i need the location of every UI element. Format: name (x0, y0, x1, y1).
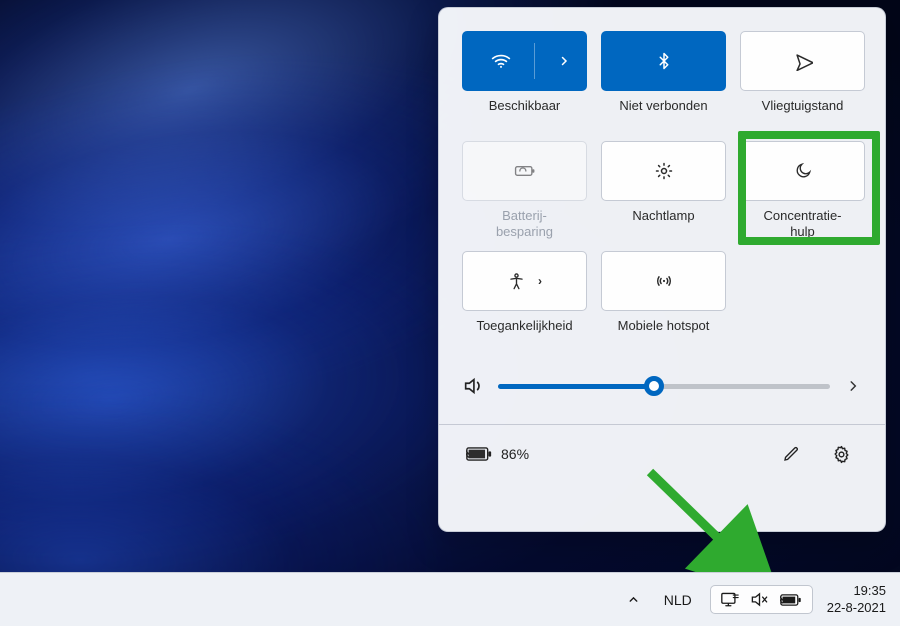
night-light-label: Nachtlamp (632, 208, 694, 244)
accessibility-button[interactable]: › (462, 251, 587, 311)
taskbar-clock[interactable]: 19:35 22-8-2021 (827, 583, 886, 616)
moon-icon (794, 162, 812, 180)
tile-night-light: Nachtlamp (601, 141, 726, 244)
battery-saver-label: Batterij- besparing (496, 208, 553, 244)
focus-assist-button[interactable] (740, 141, 865, 201)
night-light-button[interactable] (601, 141, 726, 201)
gear-icon (832, 445, 851, 464)
hotspot-label: Mobiele hotspot (618, 318, 710, 354)
tile-focus-assist: Concentratie- hulp (740, 141, 865, 244)
accessibility-label: Toegankelijkheid (476, 318, 572, 354)
tile-airplane: Vliegtuigstand (740, 31, 865, 134)
tile-wifi: Beschikbaar (462, 31, 587, 134)
tile-bluetooth: Niet verbonden (601, 31, 726, 134)
quick-settings-footer: 86% (462, 425, 862, 483)
airplane-label: Vliegtuigstand (762, 98, 844, 134)
tile-battery-saver: Batterij- besparing (462, 141, 587, 244)
bluetooth-button[interactable] (601, 31, 726, 91)
focus-assist-label: Concentratie- hulp (763, 208, 841, 244)
speaker-icon[interactable] (462, 375, 484, 397)
hotspot-button[interactable] (601, 251, 726, 311)
chevron-right-icon: › (538, 274, 542, 288)
battery-tray-icon (780, 593, 802, 607)
volume-expand-button[interactable] (844, 375, 862, 397)
battery-saver-icon (513, 161, 537, 181)
battery-percent-text: 86% (501, 446, 529, 462)
bluetooth-label: Niet verbonden (619, 98, 707, 134)
battery-charging-icon (466, 446, 492, 462)
brightness-icon (654, 161, 674, 181)
clock-date: 22-8-2021 (827, 600, 886, 616)
clock-time: 19:35 (827, 583, 886, 599)
volume-row (462, 368, 862, 404)
quick-settings-tiles: Beschikbaar Niet verbonden (462, 31, 862, 354)
pencil-icon (782, 445, 800, 463)
quick-settings-panel: Beschikbaar Niet verbonden (438, 7, 886, 532)
volume-muted-icon (750, 591, 769, 608)
battery-status[interactable]: 86% (466, 446, 529, 462)
system-tray-button[interactable] (710, 585, 813, 614)
battery-saver-button (462, 141, 587, 201)
accessibility-icon (507, 272, 526, 291)
wifi-label: Beschikbaar (489, 98, 561, 134)
hotspot-icon (653, 271, 675, 291)
volume-slider[interactable] (498, 376, 830, 396)
tile-accessibility: › Toegankelijkheid (462, 251, 587, 354)
language-indicator[interactable]: NLD (660, 588, 696, 612)
taskbar: NLD 19:35 22-8-2021 (0, 572, 900, 626)
edit-quick-settings-button[interactable] (774, 437, 808, 471)
open-settings-button[interactable] (824, 437, 858, 471)
tray-overflow-button[interactable] (621, 587, 646, 612)
tile-hotspot: Mobiele hotspot (601, 251, 726, 354)
network-icon (721, 592, 739, 608)
wifi-button[interactable] (462, 31, 587, 91)
chevron-right-icon (558, 55, 570, 67)
wifi-icon (491, 51, 511, 71)
bluetooth-icon (655, 52, 673, 70)
airplane-button[interactable] (740, 31, 865, 91)
airplane-icon (793, 51, 813, 71)
